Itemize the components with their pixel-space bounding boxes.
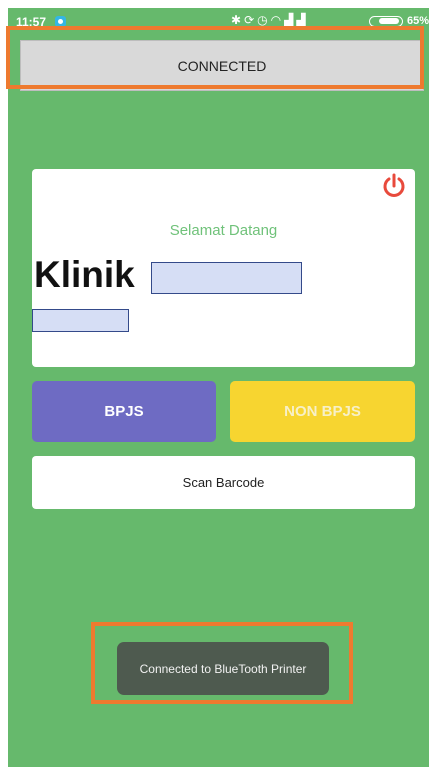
scan-barcode-button[interactable]: Scan Barcode	[32, 456, 415, 509]
welcome-greeting: Selamat Datang	[169, 222, 278, 239]
signal-icon: ▟	[284, 13, 297, 27]
bpjs-button[interactable]: BPJS	[32, 381, 216, 442]
non-bpjs-button[interactable]: NON BPJS	[230, 381, 415, 442]
signal-icon: ▟	[296, 13, 309, 27]
welcome-card: Selamat Datang Klinik	[32, 169, 415, 367]
scan-barcode-label: Scan Barcode	[182, 475, 265, 490]
bluetooth-icon: ✱	[231, 13, 245, 27]
rotate-icon: ⟳	[244, 13, 258, 27]
redaction-box	[32, 309, 129, 332]
wifi-icon: ◠	[270, 13, 285, 27]
power-icon[interactable]	[379, 171, 409, 201]
highlight-box	[6, 26, 424, 89]
status-icons: ✱⟳◷◠▟▟	[231, 13, 309, 27]
redaction-box	[151, 262, 302, 294]
alarm-icon: ◷	[257, 13, 271, 27]
bpjs-button-label: BPJS	[104, 403, 144, 420]
highlight-box	[91, 622, 353, 704]
non-bpjs-button-label: NON BPJS	[284, 403, 361, 420]
